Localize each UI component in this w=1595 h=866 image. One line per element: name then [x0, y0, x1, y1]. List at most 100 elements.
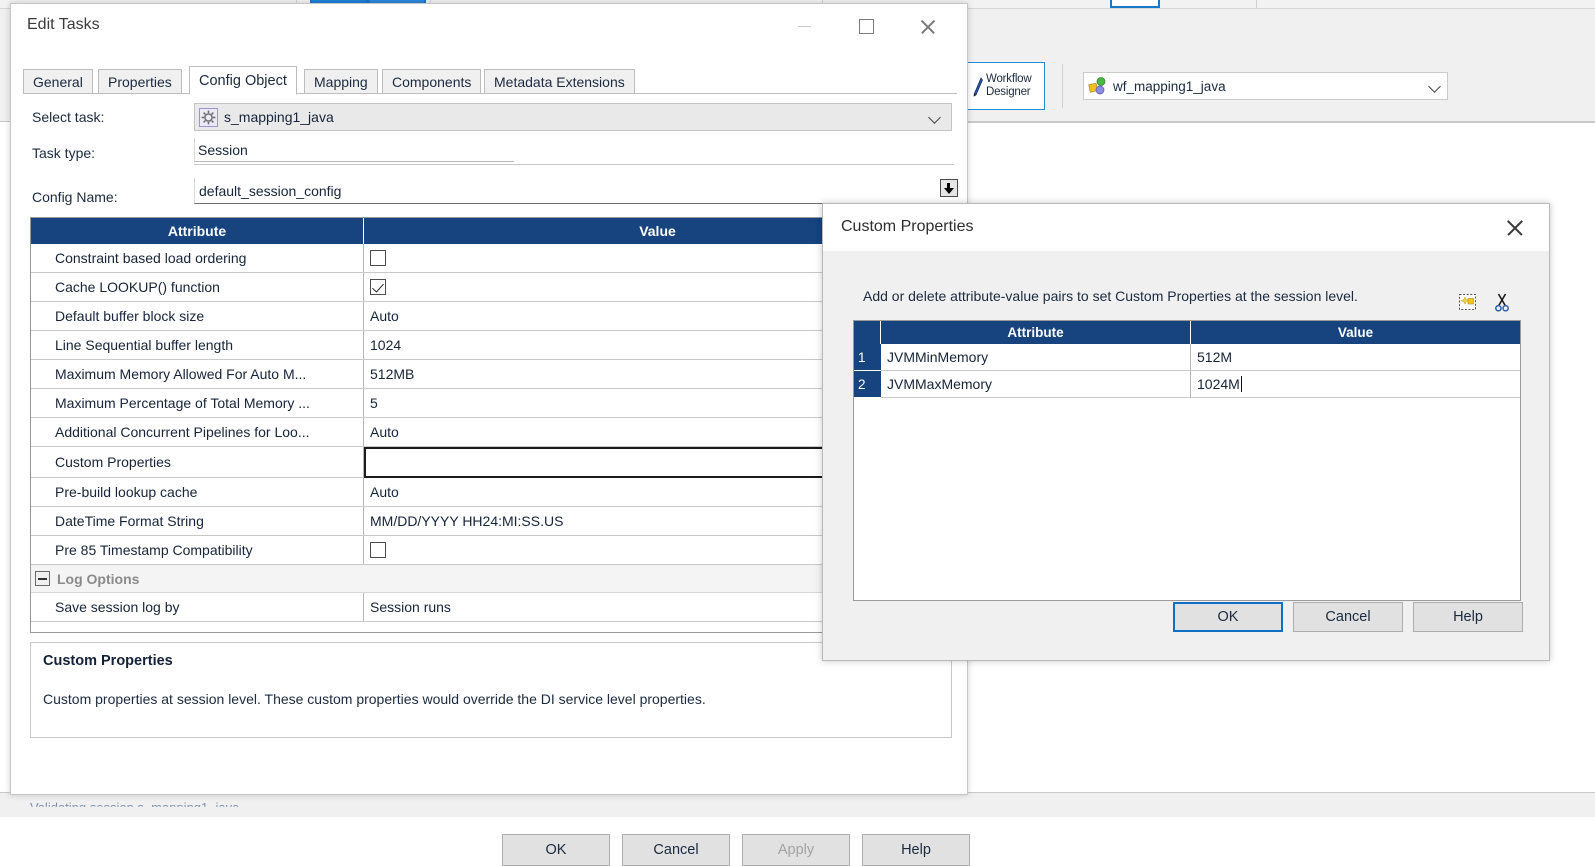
select-task-label: Select task:: [32, 109, 104, 125]
cancel-button[interactable]: Cancel: [622, 834, 730, 866]
maximize-icon: [859, 19, 874, 34]
toolbar-separator: [1062, 64, 1063, 108]
text-caret: [1241, 376, 1242, 392]
group-label-wrap: Log Options: [31, 565, 364, 592]
table-row[interactable]: Default buffer block size Auto: [31, 302, 951, 331]
checkbox-checked-icon[interactable]: [370, 279, 386, 295]
config-attributes-grid[interactable]: Attribute Value Constraint based load or…: [30, 217, 952, 633]
help-button[interactable]: Help: [862, 834, 970, 866]
row-number: 2: [854, 371, 881, 398]
checkbox-unchecked-icon[interactable]: [370, 542, 386, 558]
row-value-focused[interactable]: 1024M: [1191, 371, 1520, 398]
workflow-combobox-value: wf_mapping1_java: [1113, 79, 1226, 94]
tab-components[interactable]: Components: [382, 69, 481, 94]
workflow-selector-combobox[interactable]: wf_mapping1_java: [1083, 72, 1448, 100]
row-attribute: Line Sequential buffer length: [31, 331, 364, 359]
chevron-down-icon[interactable]: [1427, 78, 1443, 94]
table-row[interactable]: 2 JVMMaxMemory 1024M: [854, 371, 1520, 398]
dialog-titlebar[interactable]: Custom Properties: [823, 204, 1549, 251]
table-row[interactable]: Constraint based load ordering: [31, 244, 951, 273]
config-name-value[interactable]: default_session_config: [194, 178, 954, 204]
group-row-log-options[interactable]: Log Options: [31, 565, 951, 593]
custom-properties-dialog: Custom Properties Add or delete attribut…: [822, 203, 1550, 661]
grid-header-attribute: Attribute: [881, 321, 1191, 344]
select-task-value: s_mapping1_java: [224, 109, 334, 125]
table-row[interactable]: Maximum Memory Allowed For Auto M... 512…: [31, 360, 951, 389]
table-row-custom-properties[interactable]: Custom Properties: [31, 447, 951, 478]
status-text: Validating session s_mapping1_java: [30, 800, 239, 815]
tab-strip: General Properties Config Object Mapping…: [23, 66, 957, 94]
workflow-designer-line1: Workflow: [986, 73, 1031, 86]
row-value-text: 1024M: [1197, 376, 1240, 392]
dialog-close-button[interactable]: [1489, 204, 1541, 251]
row-attribute: Maximum Percentage of Total Memory ...: [31, 389, 364, 417]
new-row-icon[interactable]: [1456, 290, 1480, 314]
minimize-button[interactable]: [773, 4, 835, 49]
tab-properties[interactable]: Properties: [98, 69, 182, 94]
dropdown-arrow-icon: [944, 183, 955, 194]
grid-header-number: [854, 321, 881, 344]
pen-icon: [972, 69, 986, 103]
minimize-icon: [798, 26, 811, 27]
row-value[interactable]: 512M: [1191, 344, 1520, 371]
description-body: Custom properties at session level. Thes…: [43, 691, 939, 707]
maximize-button[interactable]: [835, 4, 897, 49]
tab-metadata-extensions[interactable]: Metadata Extensions: [484, 69, 635, 94]
tab-general[interactable]: General: [23, 69, 93, 94]
row-attribute[interactable]: JVMMinMemory: [881, 344, 1191, 371]
description-title: Custom Properties: [43, 653, 939, 669]
ok-button[interactable]: OK: [502, 834, 610, 866]
grid-header-row: Attribute Value: [854, 321, 1520, 344]
table-row[interactable]: DateTime Format String MM/DD/YYYY HH24:M…: [31, 507, 951, 536]
dialog-title: Custom Properties: [841, 218, 974, 236]
row-attribute: Constraint based load ordering: [31, 244, 364, 272]
chevron-down-icon[interactable]: [927, 109, 943, 125]
config-name-dropdown-button[interactable]: [940, 179, 958, 197]
checkbox-unchecked-icon[interactable]: [370, 250, 386, 266]
workflow-icon: [1088, 77, 1108, 95]
table-row[interactable]: Additional Concurrent Pipelines for Loo.…: [31, 418, 951, 447]
table-row[interactable]: Pre 85 Timestamp Compatibility: [31, 536, 951, 565]
status-bar: Validating session s_mapping1_java: [0, 792, 1595, 817]
ribbon-tab-tertiary[interactable]: [1110, 0, 1160, 8]
row-attribute: Pre 85 Timestamp Compatibility: [31, 536, 364, 564]
collapse-icon[interactable]: [35, 571, 50, 586]
custom-properties-grid[interactable]: Attribute Value 1 JVMMinMemory 512M 2 JV…: [853, 320, 1521, 601]
task-type-value: Session: [194, 138, 514, 162]
apply-button: Apply: [742, 834, 850, 866]
window-title: Edit Tasks: [27, 16, 100, 34]
close-button[interactable]: [897, 4, 959, 49]
dialog-ok-button[interactable]: OK: [1173, 602, 1283, 632]
tab-mapping[interactable]: Mapping: [304, 69, 378, 94]
dialog-cancel-button[interactable]: Cancel: [1293, 602, 1403, 632]
cut-row-icon[interactable]: [1491, 290, 1515, 314]
table-row[interactable]: Line Sequential buffer length 1024: [31, 331, 951, 360]
session-gear-icon: [199, 108, 218, 127]
description-pane: Custom Properties Custom properties at s…: [30, 642, 952, 738]
grid-header-attribute: Attribute: [31, 218, 364, 244]
ribbon-separator: [1256, 0, 1257, 9]
row-attribute: Pre-build lookup cache: [31, 478, 364, 506]
edit-tasks-titlebar[interactable]: Edit Tasks: [11, 4, 967, 49]
table-row[interactable]: Maximum Percentage of Total Memory ... 5: [31, 389, 951, 418]
row-attribute[interactable]: JVMMaxMemory: [881, 371, 1191, 398]
grid-header-row: Attribute Value: [31, 218, 951, 244]
table-row[interactable]: 1 JVMMinMemory 512M: [854, 344, 1520, 371]
select-task-combobox[interactable]: s_mapping1_java: [194, 103, 952, 131]
workflow-designer-line2: Designer: [986, 86, 1031, 99]
group-label: Log Options: [57, 571, 139, 587]
row-attribute: Save session log by: [31, 593, 364, 621]
table-row[interactable]: Pre-build lookup cache Auto: [31, 478, 951, 507]
row-attribute: DateTime Format String: [31, 507, 364, 535]
row-attribute: Default buffer block size: [31, 302, 364, 330]
task-type-label: Task type:: [32, 145, 95, 161]
dialog-help-button[interactable]: Help: [1413, 602, 1523, 632]
close-icon: [919, 18, 937, 36]
close-icon: [1505, 218, 1525, 238]
workflow-designer-button[interactable]: Workflow Designer: [967, 62, 1045, 110]
tab-config-object[interactable]: Config Object: [189, 66, 297, 95]
table-row[interactable]: Save session log by Session runs: [31, 593, 951, 622]
config-object-panel: Select task: Task type: Config Name:: [23, 94, 957, 746]
grid-header-value: Value: [1191, 321, 1520, 344]
table-row[interactable]: Cache LOOKUP() function: [31, 273, 951, 302]
